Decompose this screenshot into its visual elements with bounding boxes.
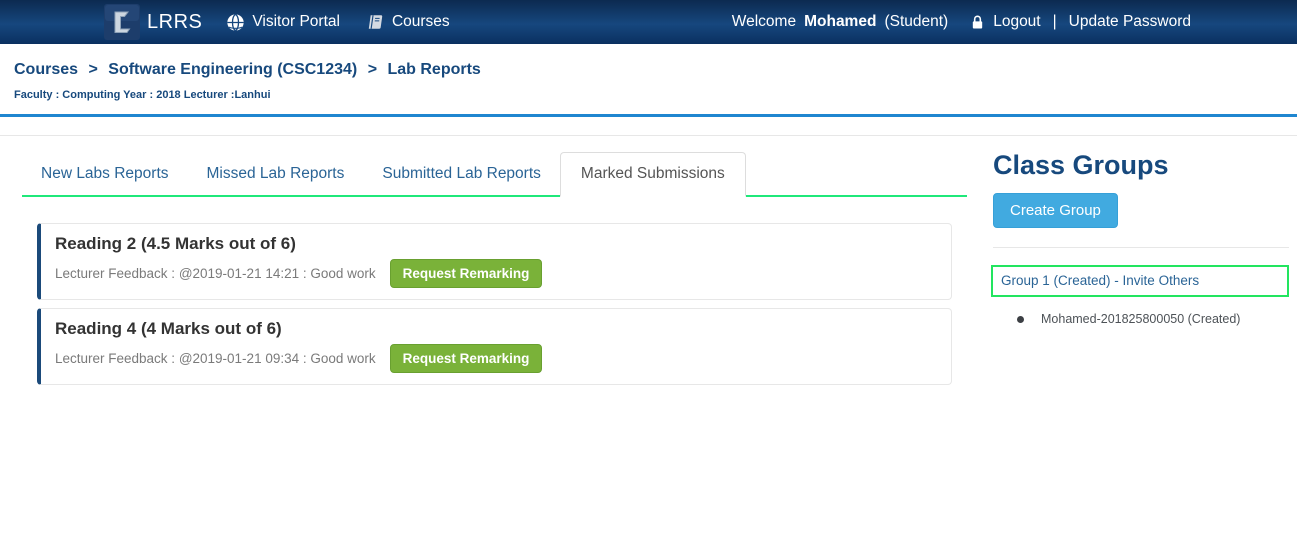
- lrrs-logo-icon: [104, 4, 140, 40]
- brand[interactable]: LRRS: [104, 4, 202, 40]
- request-remarking-button[interactable]: Request Remarking: [390, 344, 543, 373]
- main-column: New Labs Reports Missed Lab Reports Subm…: [22, 136, 967, 385]
- class-groups-title: Class Groups: [993, 150, 1289, 181]
- update-password-link[interactable]: Update Password: [1069, 13, 1191, 31]
- group-member-item: Mohamed-201825800050 (Created): [993, 312, 1289, 326]
- tab-strip: New Labs Reports Missed Lab Reports Subm…: [22, 152, 967, 197]
- course-meta: Faculty : Computing Year : 2018 Lecturer…: [14, 89, 1283, 101]
- report-title: Reading 2 (4.5 Marks out of 6): [55, 233, 937, 255]
- lecturer-feedback: Lecturer Feedback : @2019-01-21 14:21 : …: [55, 266, 376, 281]
- breadcrumb-courses[interactable]: Courses: [14, 61, 78, 78]
- report-title: Reading 4 (4 Marks out of 6): [55, 318, 937, 340]
- lock-icon: [970, 14, 985, 30]
- class-groups-panel: Class Groups Create Group Group 1 (Creat…: [993, 136, 1289, 326]
- lecturer-feedback: Lecturer Feedback : @2019-01-21 09:34 : …: [55, 351, 376, 366]
- top-navbar: LRRS Visitor Portal: [0, 0, 1297, 44]
- create-group-button[interactable]: Create Group: [993, 193, 1118, 228]
- group-box: Group 1 (Created) - Invite Others: [991, 265, 1289, 297]
- group-invite-link[interactable]: Group 1 (Created) - Invite Others: [1001, 273, 1199, 288]
- user-role: (Student): [884, 13, 948, 31]
- tab-marked-submissions[interactable]: Marked Submissions: [560, 152, 746, 197]
- page-header: Courses > Software Engineering (CSC1234)…: [0, 44, 1297, 101]
- sidebar-divider: [993, 247, 1289, 248]
- tab-submitted-lab-reports[interactable]: Submitted Lab Reports: [363, 153, 560, 195]
- breadcrumb: Courses > Software Engineering (CSC1234)…: [14, 61, 1283, 79]
- brand-title: LRRS: [147, 11, 202, 34]
- breadcrumb-lab-reports[interactable]: Lab Reports: [387, 61, 480, 78]
- welcome-text: Welcome: [732, 13, 796, 31]
- breadcrumb-separator: >: [88, 61, 97, 78]
- breadcrumb-separator: >: [368, 61, 377, 78]
- breadcrumb-course-name[interactable]: Software Engineering (CSC1234): [108, 61, 357, 78]
- nav-item-visitor-portal[interactable]: Visitor Portal: [226, 13, 340, 32]
- tab-new-labs-reports[interactable]: New Labs Reports: [22, 153, 188, 195]
- nav-item-courses[interactable]: Courses: [366, 13, 450, 31]
- nav-item-label: Visitor Portal: [252, 13, 340, 31]
- marked-report-card: Reading 4 (4 Marks out of 6) Lecturer Fe…: [37, 308, 952, 385]
- nav-item-label: Courses: [392, 13, 450, 31]
- nav-separator: |: [1053, 13, 1057, 31]
- logout-link[interactable]: Logout: [993, 13, 1040, 31]
- group-member-name: Mohamed-201825800050 (Created): [1041, 312, 1240, 326]
- bullet-icon: [1017, 316, 1024, 323]
- request-remarking-button[interactable]: Request Remarking: [390, 259, 543, 288]
- username: Mohamed: [804, 13, 876, 31]
- blue-divider: [0, 114, 1297, 117]
- marked-report-card: Reading 2 (4.5 Marks out of 6) Lecturer …: [37, 223, 952, 300]
- tab-missed-lab-reports[interactable]: Missed Lab Reports: [188, 153, 364, 195]
- book-icon: [366, 13, 385, 31]
- globe-icon: [226, 13, 245, 32]
